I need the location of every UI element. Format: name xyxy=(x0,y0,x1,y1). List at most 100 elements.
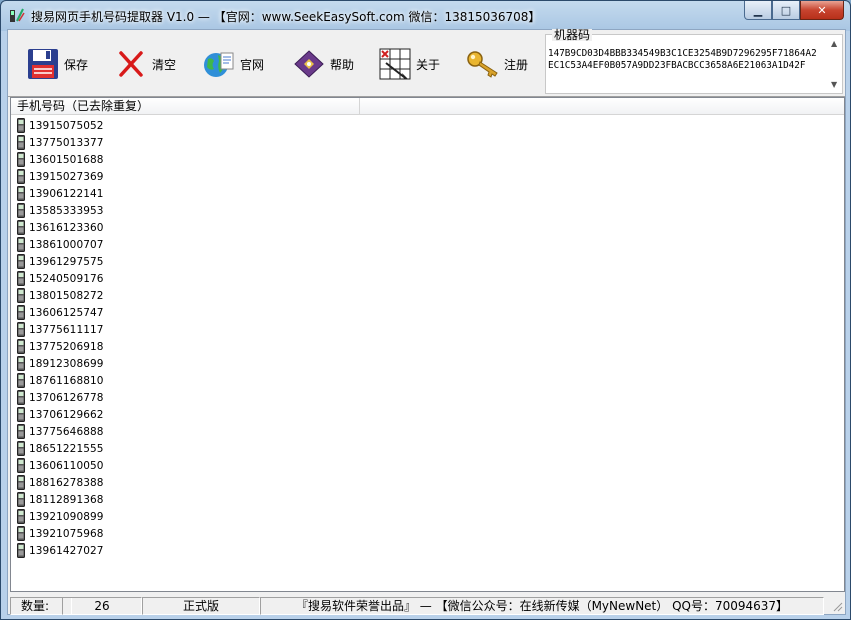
phone-number: 13961427027 xyxy=(29,544,104,557)
clear-x-icon xyxy=(119,51,143,77)
maximize-icon: □ xyxy=(780,3,792,17)
list-item[interactable]: 13906122141 xyxy=(11,185,104,202)
phone-number: 18651221555 xyxy=(29,442,104,455)
register-label: 注册 xyxy=(504,57,529,72)
credits-text: 『搜易软件荣誉出品』 — 【微信公众号：在线新传媒（MyNewNet） QQ号：… xyxy=(260,597,824,615)
list-item[interactable]: 13706129662 xyxy=(11,406,104,423)
list-header: 手机号码（已去除重复） xyxy=(11,98,844,115)
phone-number: 13706126778 xyxy=(29,391,104,404)
mobile-phone-icon xyxy=(17,271,25,286)
edition-label: 正式版 xyxy=(142,597,260,615)
list-item[interactable]: 13921090899 xyxy=(11,508,104,525)
list-item[interactable]: 13606110050 xyxy=(11,457,104,474)
list-item[interactable]: 18761168810 xyxy=(11,372,104,389)
list-item[interactable]: 13775206918 xyxy=(11,338,104,355)
scroll-down-icon[interactable]: ▼ xyxy=(831,80,837,89)
list-item[interactable]: 13585333953 xyxy=(11,202,104,219)
list-item[interactable]: 13706126778 xyxy=(11,389,104,406)
mobile-phone-icon xyxy=(17,118,25,133)
phone-number: 13601501688 xyxy=(29,153,104,166)
help-label: 帮助 xyxy=(330,57,355,72)
phone-number: 13921075968 xyxy=(29,527,104,540)
mobile-phone-icon xyxy=(17,169,25,184)
maximize-button[interactable]: □ xyxy=(772,1,800,20)
list-item[interactable]: 18651221555 xyxy=(11,440,104,457)
list-item[interactable]: 13775646888 xyxy=(11,423,104,440)
list-item[interactable]: 13775611117 xyxy=(11,321,104,338)
mobile-phone-icon xyxy=(17,441,25,456)
mobile-phone-icon xyxy=(17,339,25,354)
status-bar: 数量: 26 正式版 『搜易软件荣誉出品』 — 【微信公众号：在线新传媒（MyN… xyxy=(8,595,845,615)
machine-code-scrollbar[interactable]: ▲ ▼ xyxy=(828,35,842,93)
phone-number: 13861000707 xyxy=(29,238,104,251)
toolbar: 保存 清空 官网 帮助 关于 注册 机器码 147B9CD03D4BBB3345… xyxy=(8,29,845,97)
help-button[interactable]: 帮助 xyxy=(292,44,354,84)
phone-number: 13906122141 xyxy=(29,187,104,200)
mobile-phone-icon xyxy=(17,424,25,439)
mobile-phone-icon xyxy=(17,407,25,422)
phone-number: 15240509176 xyxy=(29,272,104,285)
phone-number: 13915027369 xyxy=(29,170,104,183)
close-icon: ✕ xyxy=(817,3,827,17)
register-button[interactable]: 注册 xyxy=(466,44,528,84)
website-button[interactable]: 官网 xyxy=(202,44,264,84)
phone-number: 18816278388 xyxy=(29,476,104,489)
phone-number: 13606125747 xyxy=(29,306,104,319)
mobile-phone-icon xyxy=(17,322,25,337)
grid-pointer-icon xyxy=(379,48,411,80)
mobile-phone-icon xyxy=(17,288,25,303)
mobile-phone-icon xyxy=(17,390,25,405)
mobile-phone-icon xyxy=(17,237,25,252)
list-item[interactable]: 13775013377 xyxy=(11,134,104,151)
about-button[interactable]: 关于 xyxy=(378,44,440,84)
close-button[interactable]: ✕ xyxy=(800,1,844,20)
phone-number: 18112891368 xyxy=(29,493,104,506)
phone-number: 13775646888 xyxy=(29,425,104,438)
list-item[interactable]: 13616123360 xyxy=(11,219,104,236)
clear-label: 清空 xyxy=(152,57,177,72)
list-item[interactable]: 13601501688 xyxy=(11,151,104,168)
list-item[interactable]: 18112891368 xyxy=(11,491,104,508)
help-book-icon xyxy=(294,50,324,78)
list-item[interactable]: 15240509176 xyxy=(11,270,104,287)
minimize-button[interactable]: ▁ xyxy=(744,1,772,20)
phone-number-list[interactable]: 手机号码（已去除重复） 13915075052 13775013377 136015… xyxy=(10,97,845,592)
machine-code-text[interactable]: 147B9CD03D4BBB334549B3C1CE3254B9D7296295… xyxy=(548,48,822,72)
machine-code-box: 机器码 147B9CD03D4BBB334549B3C1CE3254B9D729… xyxy=(545,29,843,94)
list-item[interactable]: 13961427027 xyxy=(11,542,104,559)
list-rows: 13915075052 13775013377 13601501688 1391502… xyxy=(11,117,104,559)
list-item[interactable]: 18816278388 xyxy=(11,474,104,491)
list-item[interactable]: 13915027369 xyxy=(11,168,104,185)
app-window: 搜易网页手机号码提取器 V1.0 — 【官网：www.SeekEasySoft.… xyxy=(0,0,851,620)
phone-number: 13961297575 xyxy=(29,255,104,268)
mobile-phone-icon xyxy=(17,475,25,490)
phone-number: 13606110050 xyxy=(29,459,104,472)
column-header-phone[interactable]: 手机号码（已去除重复） xyxy=(11,98,360,114)
mobile-phone-icon xyxy=(17,220,25,235)
phone-number: 18761168810 xyxy=(29,374,104,387)
title-bar[interactable]: 搜易网页手机号码提取器 V1.0 — 【官网：www.SeekEasySoft.… xyxy=(1,1,850,29)
phone-number: 13775206918 xyxy=(29,340,104,353)
clear-button[interactable]: 清空 xyxy=(114,44,176,84)
list-item[interactable]: 13606125747 xyxy=(11,304,104,321)
list-item[interactable]: 13921075968 xyxy=(11,525,104,542)
phone-number: 13921090899 xyxy=(29,510,104,523)
mobile-phone-icon xyxy=(17,356,25,371)
resize-grip-icon[interactable] xyxy=(831,600,843,612)
phone-number: 13585333953 xyxy=(29,204,104,217)
list-item[interactable]: 13801508272 xyxy=(11,287,104,304)
mobile-phone-icon xyxy=(17,458,25,473)
mobile-phone-icon xyxy=(17,543,25,558)
mobile-phone-icon xyxy=(17,254,25,269)
scroll-up-icon[interactable]: ▲ xyxy=(831,39,837,48)
phone-number: 18912308699 xyxy=(29,357,104,370)
list-item[interactable]: 18912308699 xyxy=(11,355,104,372)
save-button[interactable]: 保存 xyxy=(26,44,88,84)
list-item[interactable]: 13861000707 xyxy=(11,236,104,253)
column-header-empty[interactable] xyxy=(360,98,844,114)
list-item[interactable]: 13915075052 xyxy=(11,117,104,134)
column-header-label: 手机号码（已去除重复） xyxy=(17,99,150,113)
mobile-phone-icon xyxy=(17,203,25,218)
about-label: 关于 xyxy=(416,57,441,72)
list-item[interactable]: 13961297575 xyxy=(11,253,104,270)
